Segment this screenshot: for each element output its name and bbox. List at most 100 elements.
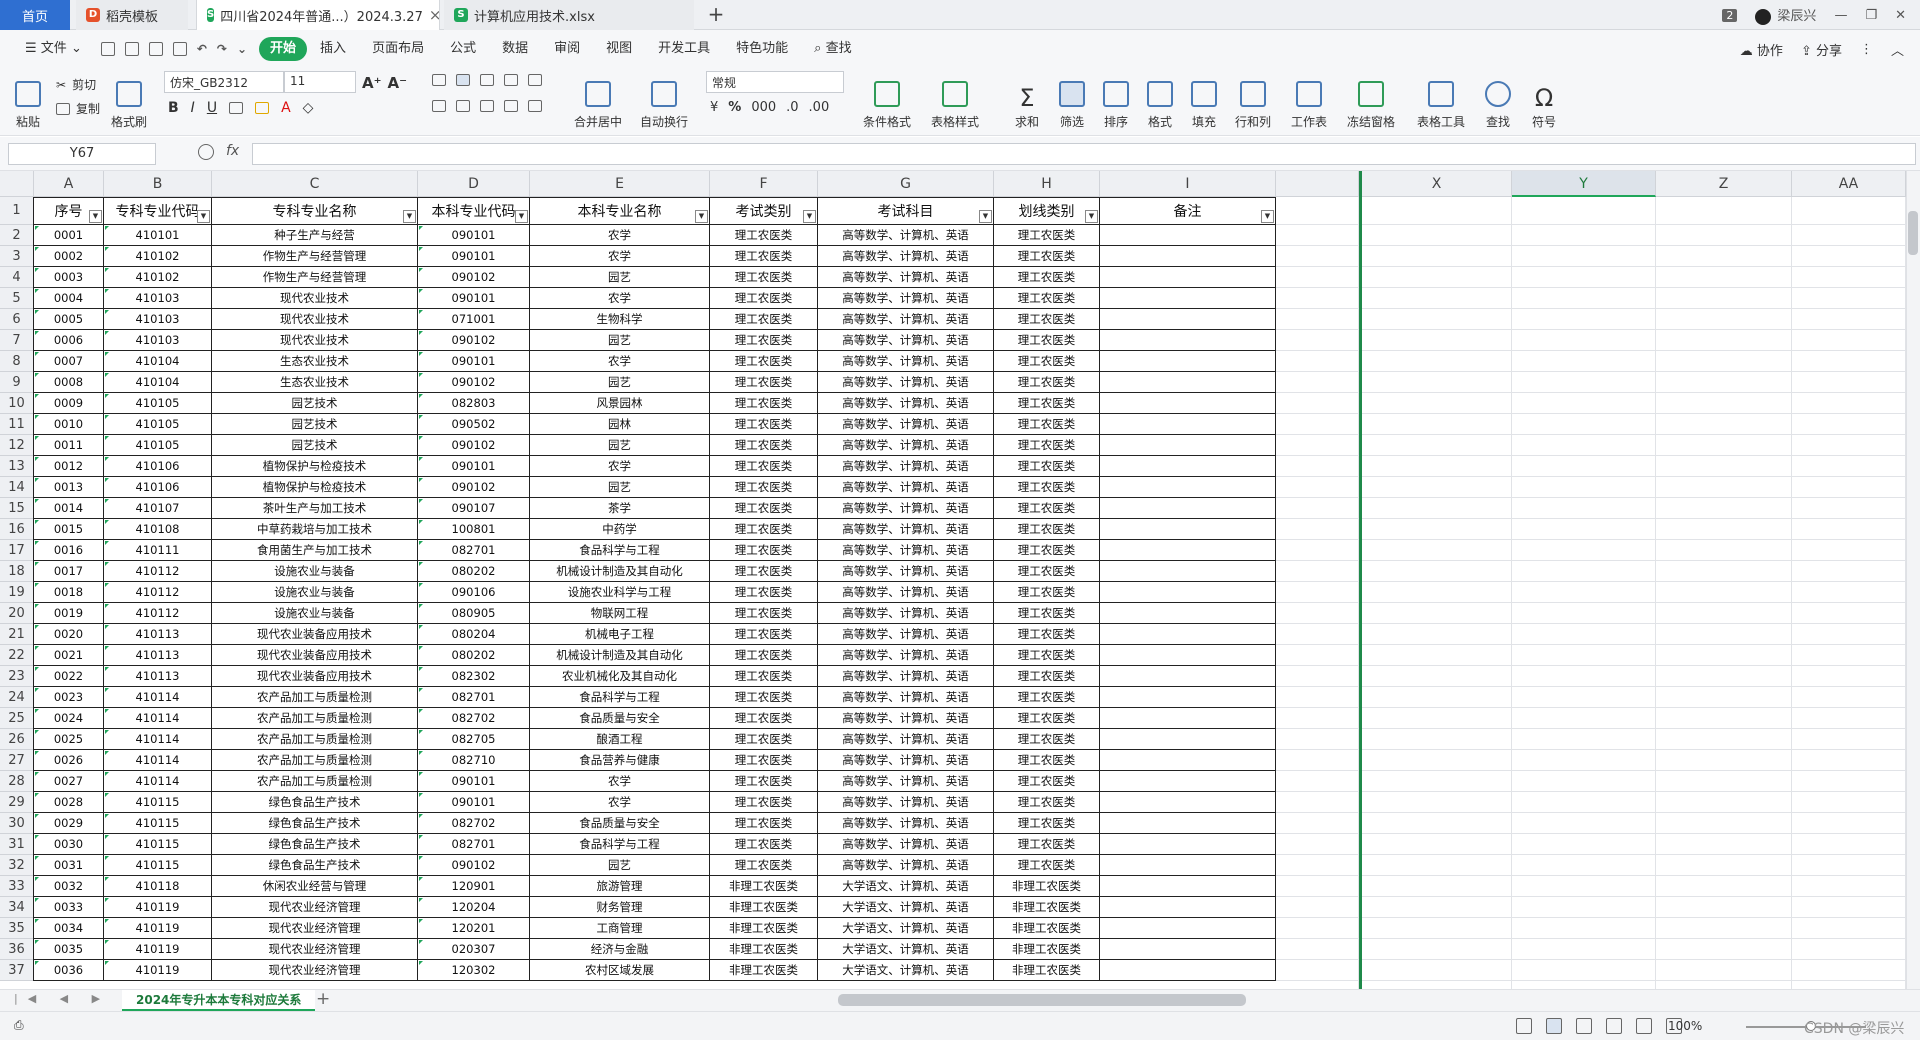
table-cell[interactable]: 绿色食品生产技术 (212, 855, 418, 876)
menu-page-layout[interactable]: 页面布局 (359, 37, 437, 61)
table-cell[interactable]: 高等数学、计算机、英语 (818, 540, 994, 561)
border-icon[interactable] (229, 102, 244, 114)
table-cell[interactable]: 410103 (104, 309, 212, 330)
row-header[interactable]: 26 (0, 729, 34, 750)
fill-color-icon[interactable] (255, 102, 270, 114)
table-cell[interactable]: 理工农医类 (994, 624, 1100, 645)
table-cell[interactable]: 0024 (34, 708, 104, 729)
undo-icon[interactable]: ↶ (197, 42, 207, 56)
table-cell[interactable]: 高等数学、计算机、英语 (818, 708, 994, 729)
table-cell[interactable]: 非理工农医类 (994, 939, 1100, 960)
table-cell[interactable]: 082701 (418, 687, 530, 708)
table-cell[interactable]: 410115 (104, 792, 212, 813)
row-header[interactable]: 15 (0, 498, 34, 519)
table-cell[interactable] (1100, 351, 1276, 372)
fill-button[interactable]: 填充 (1186, 68, 1222, 130)
table-cell[interactable]: 非理工农医类 (710, 939, 818, 960)
table-cell[interactable]: 理工农医类 (710, 792, 818, 813)
table-cell[interactable]: 410105 (104, 414, 212, 435)
table-cell[interactable]: 410104 (104, 372, 212, 393)
table-cell[interactable]: 080202 (418, 561, 530, 582)
table-cell[interactable]: 生物科学 (530, 309, 710, 330)
name-box[interactable]: Y67 (8, 143, 156, 165)
table-cell[interactable]: 410112 (104, 582, 212, 603)
table-cell[interactable]: 高等数学、计算机、英语 (818, 330, 994, 351)
table-cell[interactable]: 理工农医类 (994, 561, 1100, 582)
table-cell[interactable]: 0015 (34, 519, 104, 540)
menu-insert[interactable]: 插入 (307, 37, 359, 61)
filter-dropdown-icon[interactable]: ▼ (197, 210, 210, 223)
table-cell[interactable]: 食品科学与工程 (530, 834, 710, 855)
table-cell[interactable]: 高等数学、计算机、英语 (818, 309, 994, 330)
table-cell[interactable] (1100, 477, 1276, 498)
table-cell[interactable]: 大学语文、计算机、英语 (818, 876, 994, 897)
table-cell[interactable]: 410115 (104, 834, 212, 855)
table-cell[interactable]: 现代农业经济管理 (212, 960, 418, 981)
table-cell[interactable]: 理工农医类 (710, 435, 818, 456)
table-cell[interactable]: 茶叶生产与加工技术 (212, 498, 418, 519)
table-cell[interactable]: 非理工农医类 (994, 918, 1100, 939)
table-cell[interactable]: 0032 (34, 876, 104, 897)
table-cell[interactable]: 0033 (34, 897, 104, 918)
table-cell[interactable]: 财务管理 (530, 897, 710, 918)
table-cell[interactable] (1100, 897, 1276, 918)
table-cell[interactable]: 0023 (34, 687, 104, 708)
table-cell[interactable]: 农产品加工与质量检测 (212, 687, 418, 708)
table-cell[interactable]: 绿色食品生产技术 (212, 834, 418, 855)
bold-icon[interactable]: B (168, 100, 179, 116)
table-cell[interactable]: 理工农医类 (994, 771, 1100, 792)
table-cell[interactable] (1100, 246, 1276, 267)
table-cell[interactable] (1100, 624, 1276, 645)
column-header-h[interactable]: H (994, 171, 1100, 197)
sum-button[interactable]: Σ 求和 (1010, 68, 1044, 130)
row-header[interactable]: 32 (0, 855, 34, 876)
header-cell[interactable]: 本科专业代码 (418, 197, 530, 225)
table-cell[interactable]: 082710 (418, 750, 530, 771)
table-cell[interactable]: 农村区域发展 (530, 960, 710, 981)
column-header-y[interactable]: Y (1512, 171, 1656, 197)
table-cell[interactable] (1100, 582, 1276, 603)
tab-doc1[interactable]: S 四川省2024年普通...）2024.3.27 × (196, 0, 440, 30)
menu-view[interactable]: 视图 (593, 37, 645, 61)
table-cell[interactable]: 0014 (34, 498, 104, 519)
header-cell[interactable]: 专科专业名称 (212, 197, 418, 225)
select-all-corner[interactable] (0, 171, 34, 197)
page-break-view-icon[interactable] (1576, 1018, 1592, 1034)
table-cell[interactable]: 410101 (104, 225, 212, 246)
table-cell[interactable]: 理工农医类 (994, 435, 1100, 456)
minimize-icon[interactable]: — (1834, 8, 1847, 23)
table-cell[interactable]: 种子生产与经营 (212, 225, 418, 246)
new-tab-button[interactable]: + (704, 3, 728, 27)
table-cell[interactable]: 410114 (104, 771, 212, 792)
row-header[interactable]: 1 (0, 197, 34, 225)
row-header[interactable]: 33 (0, 876, 34, 897)
table-cell[interactable]: 高等数学、计算机、英语 (818, 288, 994, 309)
table-cell[interactable]: 园艺技术 (212, 393, 418, 414)
table-cell[interactable]: 经济与金融 (530, 939, 710, 960)
filter-dropdown-icon[interactable]: ▼ (979, 210, 992, 223)
table-cell[interactable]: 410106 (104, 477, 212, 498)
table-cell[interactable]: 410113 (104, 624, 212, 645)
table-cell[interactable]: 410119 (104, 939, 212, 960)
table-cell[interactable]: 090101 (418, 288, 530, 309)
filter-dropdown-icon[interactable]: ▼ (515, 210, 528, 223)
table-cell[interactable]: 高等数学、计算机、英语 (818, 435, 994, 456)
filter-dropdown-icon[interactable]: ▼ (695, 210, 708, 223)
filter-dropdown-icon[interactable]: ▼ (803, 210, 816, 223)
table-cell[interactable]: 理工农医类 (994, 372, 1100, 393)
table-cell[interactable]: 园艺 (530, 267, 710, 288)
table-cell[interactable]: 090102 (418, 372, 530, 393)
table-cell[interactable]: 理工农医类 (994, 687, 1100, 708)
row-header[interactable]: 18 (0, 561, 34, 582)
vertical-scroll-thumb[interactable] (1908, 211, 1918, 255)
table-cell[interactable] (1100, 834, 1276, 855)
table-cell[interactable]: 作物生产与经营管理 (212, 246, 418, 267)
table-cell[interactable]: 理工农医类 (994, 813, 1100, 834)
format-button[interactable]: 格式 (1142, 68, 1178, 130)
table-cell[interactable]: 080905 (418, 603, 530, 624)
font-name-select[interactable]: 仿宋_GB2312 (164, 71, 284, 93)
table-cell[interactable]: 0036 (34, 960, 104, 981)
close-window-icon[interactable]: ✕ (1895, 8, 1906, 23)
table-cell[interactable]: 理工农医类 (710, 813, 818, 834)
table-cell[interactable]: 农业机械化及其自动化 (530, 666, 710, 687)
